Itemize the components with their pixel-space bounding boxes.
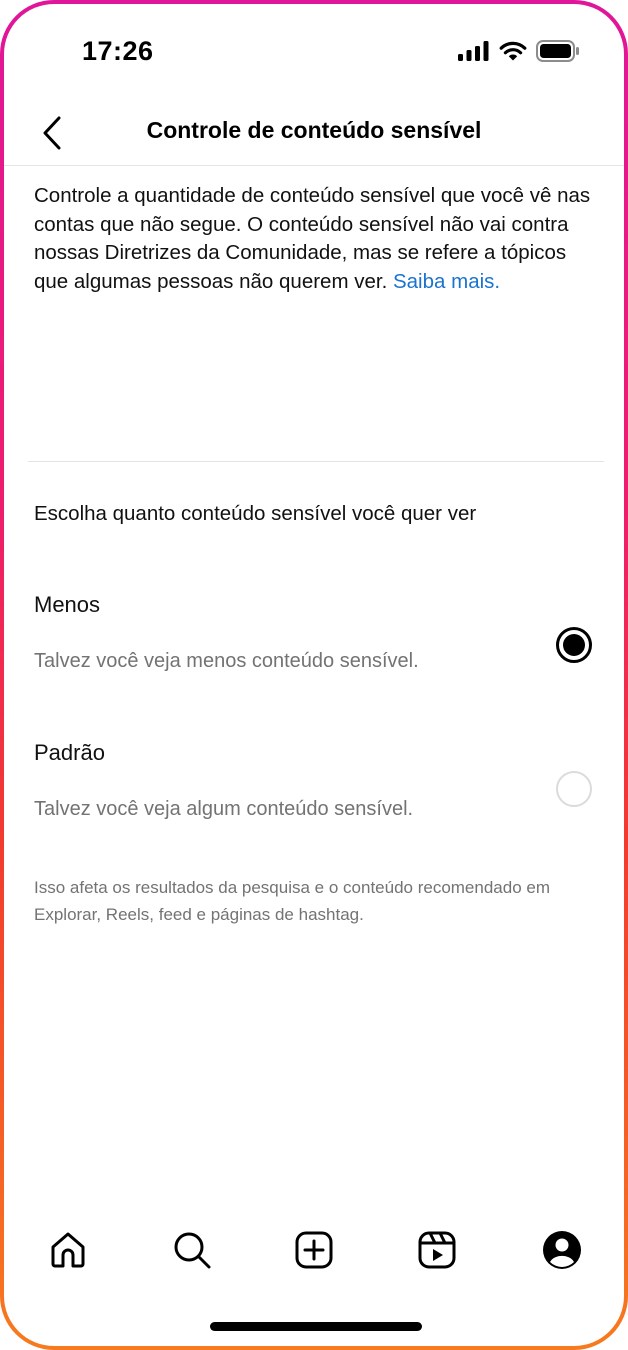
status-bar: 17:26 <box>4 4 624 99</box>
status-icons <box>458 40 580 67</box>
intro-text: Controle a quantidade de conteúdo sensív… <box>34 182 594 296</box>
option-less-radio[interactable] <box>556 627 592 663</box>
nav-home[interactable] <box>44 1226 92 1274</box>
nav-search[interactable] <box>168 1226 216 1274</box>
nav-create[interactable] <box>290 1226 338 1274</box>
screen: 17:26 Controle de conteúdo sensível Cont… <box>4 4 624 1346</box>
header: Controle de conteúdo sensível <box>4 99 624 166</box>
nav-reels[interactable] <box>413 1226 461 1274</box>
create-post-icon <box>295 1231 333 1269</box>
home-indicator[interactable] <box>210 1322 422 1331</box>
page-title: Controle de conteúdo sensível <box>146 117 482 143</box>
intro-description: Controle a quantidade de conteúdo sensív… <box>34 184 591 293</box>
search-icon <box>174 1232 211 1269</box>
option-standard-title: Padrão <box>34 740 105 765</box>
battery-icon <box>536 40 580 67</box>
section-heading: Escolha quanto conteúdo sensível você qu… <box>34 502 477 525</box>
footnote: Isso afeta os resultados da pesquisa e o… <box>34 878 551 924</box>
signal-icon <box>458 41 490 66</box>
option-less[interactable]: Menos Talvez você veja menos conteúdo se… <box>4 592 624 712</box>
option-standard[interactable]: Padrão Talvez você veja algum conteúdo s… <box>4 740 624 860</box>
reels-icon <box>418 1231 456 1269</box>
option-less-description: Talvez você veja menos conteúdo sensível… <box>34 650 419 672</box>
learn-more-link[interactable]: Saiba mais. <box>393 270 500 293</box>
home-icon <box>51 1232 85 1268</box>
wifi-icon <box>499 41 527 66</box>
profile-icon <box>543 1231 581 1269</box>
option-less-title: Menos <box>34 592 101 617</box>
device-frame: 17:26 Controle de conteúdo sensível Cont… <box>0 0 628 1350</box>
option-standard-description: Talvez você veja algum conteúdo sensível… <box>34 798 414 820</box>
divider <box>28 461 604 462</box>
bottom-nav <box>4 1226 624 1282</box>
option-standard-radio[interactable] <box>556 771 592 807</box>
nav-profile[interactable] <box>538 1226 586 1274</box>
status-time: 17:26 <box>82 36 154 66</box>
